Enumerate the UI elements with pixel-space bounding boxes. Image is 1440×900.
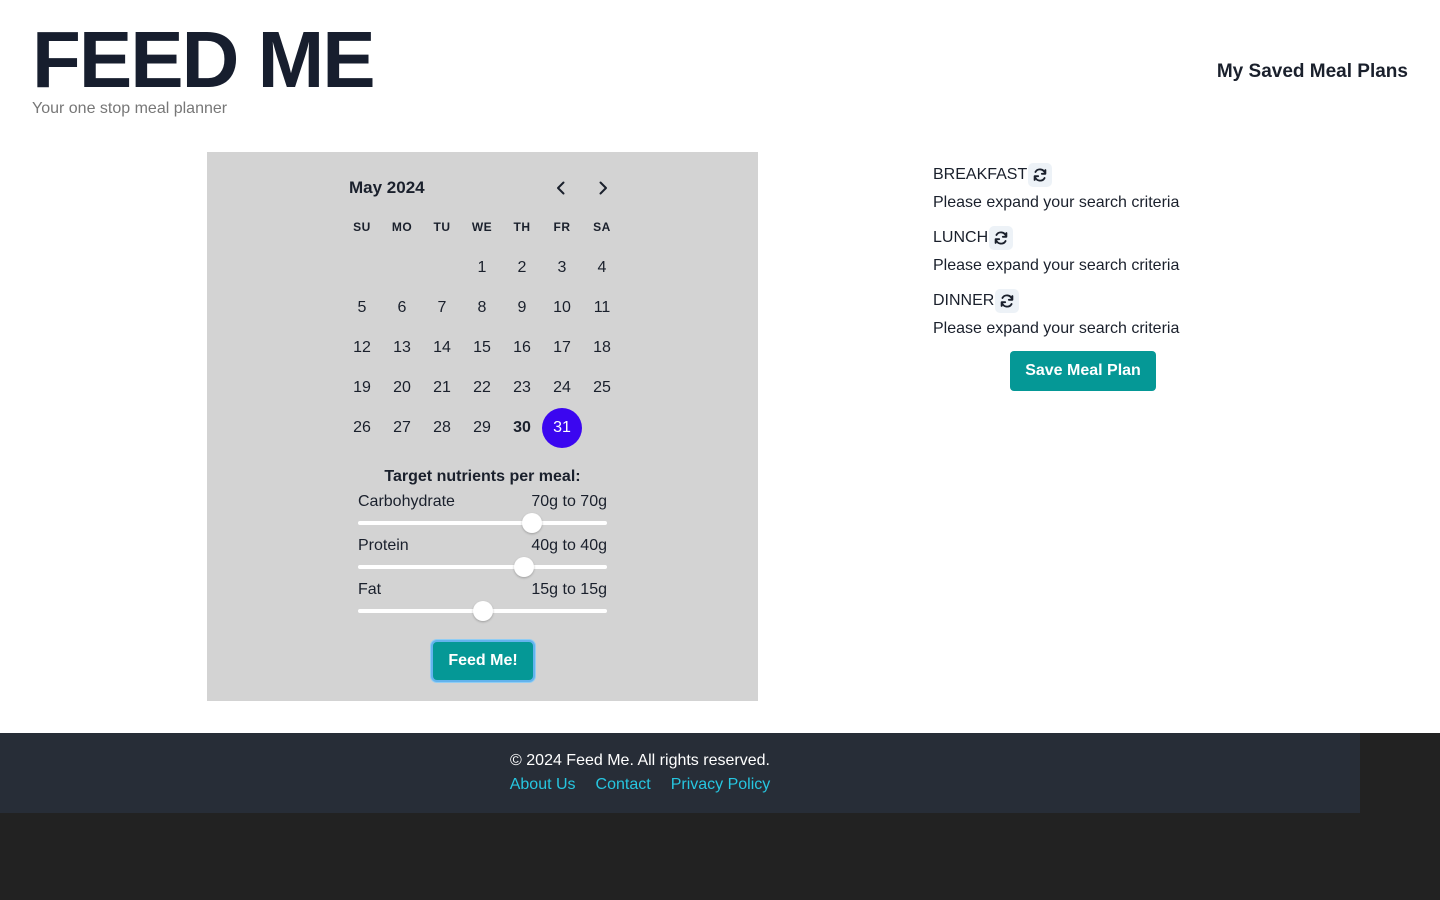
calendar-day[interactable]: 12 bbox=[342, 328, 382, 368]
calendar-day-grid: 1 2 3 4 5 6 7 8 9 10 11 12 13 14 15 16 17 18 19 20 21 22 23 24 2… bbox=[342, 248, 622, 448]
calendar-day[interactable]: 27 bbox=[382, 408, 422, 448]
footer-links: About Us Contact Privacy Policy bbox=[0, 776, 1280, 794]
save-meal-plan-button[interactable]: Save Meal Plan bbox=[1010, 351, 1156, 391]
meal-breakfast-header: BREAKFAST bbox=[933, 162, 1053, 188]
calendar-day[interactable]: 8 bbox=[462, 288, 502, 328]
refresh-icon bbox=[1001, 294, 1014, 308]
calendar-day[interactable]: 25 bbox=[582, 368, 622, 408]
app-title: FEED ME bbox=[32, 15, 376, 104]
calendar-day[interactable]: 17 bbox=[542, 328, 582, 368]
weekday-label: TU bbox=[433, 220, 451, 234]
slider-thumb[interactable] bbox=[472, 601, 493, 621]
chevron-left-icon bbox=[557, 181, 565, 195]
calendar-day[interactable]: 30 bbox=[502, 408, 542, 448]
planner-panel: May 2024 SU MO TU WE TH FR SA 1 2 3 4 5 6 7 8 9 10 11 12 1… bbox=[207, 152, 758, 701]
weekday-label: TH bbox=[513, 220, 531, 234]
weekday-label: SU bbox=[353, 220, 371, 234]
nutrients-title: Target nutrients per meal: bbox=[384, 468, 581, 485]
calendar-day[interactable]: 2 bbox=[502, 248, 542, 288]
page: FEED ME Your one stop meal planner My Sa… bbox=[0, 0, 1440, 733]
nutrient-range: 70g to 70g bbox=[531, 493, 607, 510]
slider-track[interactable] bbox=[358, 565, 607, 569]
calendar-day[interactable]: 28 bbox=[422, 408, 462, 448]
calendar-day[interactable]: 29 bbox=[462, 408, 502, 448]
weekday-label: SA bbox=[593, 220, 611, 234]
refresh-meal-button[interactable] bbox=[1028, 163, 1053, 187]
calendar-day[interactable]: 5 bbox=[342, 288, 382, 328]
calendar-day[interactable]: 3 bbox=[542, 248, 582, 288]
calendar-day[interactable]: 11 bbox=[582, 288, 622, 328]
chevron-right-icon bbox=[599, 181, 607, 195]
nutrient-label: Carbohydrate bbox=[358, 493, 455, 510]
next-month-button[interactable] bbox=[591, 176, 615, 200]
meal-name: DINNER bbox=[933, 292, 995, 309]
calendar-day[interactable]: 10 bbox=[542, 288, 582, 328]
weekday-label: FR bbox=[553, 220, 571, 234]
calendar-day[interactable]: 18 bbox=[582, 328, 622, 368]
calendar-day[interactable]: 16 bbox=[502, 328, 542, 368]
nutrient-range: 15g to 15g bbox=[531, 581, 607, 598]
calendar-month-label: May 2024 bbox=[349, 178, 425, 197]
meal-name: BREAKFAST bbox=[933, 166, 1028, 183]
calendar-blank-cell bbox=[422, 248, 462, 288]
saved-meal-plans-link[interactable]: My Saved Meal Plans bbox=[1217, 61, 1408, 83]
slider-thumb[interactable] bbox=[522, 513, 543, 533]
footer: © 2024 Feed Me. All rights reserved. Abo… bbox=[0, 733, 1360, 813]
nutrient-label: Fat bbox=[358, 581, 382, 598]
meal-name: LUNCH bbox=[933, 229, 989, 246]
meal-dinner-header: DINNER bbox=[933, 288, 1020, 314]
previous-month-button[interactable] bbox=[549, 176, 573, 200]
calendar-day[interactable]: 7 bbox=[422, 288, 462, 328]
calendar-day[interactable]: 15 bbox=[462, 328, 502, 368]
nutrient-fat: Fat 15g to 15g bbox=[358, 581, 607, 625]
meal-lunch-header: LUNCH bbox=[933, 225, 1014, 251]
slider-thumb[interactable] bbox=[514, 557, 535, 577]
refresh-meal-button[interactable] bbox=[989, 226, 1014, 250]
calendar-day[interactable]: 6 bbox=[382, 288, 422, 328]
weekday-label: MO bbox=[391, 220, 413, 234]
calendar-day[interactable]: 4 bbox=[582, 248, 622, 288]
meal-message: Please expand your search criteria bbox=[933, 194, 1180, 211]
footer-link-privacy-policy[interactable]: Privacy Policy bbox=[671, 776, 771, 794]
nutrient-range: 40g to 40g bbox=[531, 537, 607, 554]
refresh-icon bbox=[1033, 168, 1047, 182]
calendar-day[interactable]: 14 bbox=[422, 328, 462, 368]
calendar-day[interactable]: 9 bbox=[502, 288, 542, 328]
calendar-day-selected[interactable]: 31 bbox=[542, 408, 582, 448]
calendar-day[interactable]: 1 bbox=[462, 248, 502, 288]
nutrient-protein: Protein 40g to 40g bbox=[358, 537, 607, 581]
calendar-header: May 2024 bbox=[349, 176, 619, 200]
calendar-day[interactable]: 26 bbox=[342, 408, 382, 448]
calendar-blank-cell bbox=[342, 248, 382, 288]
footer-copyright: © 2024 Feed Me. All rights reserved. bbox=[510, 752, 770, 769]
meal-message: Please expand your search criteria bbox=[933, 257, 1180, 274]
nutrient-carbohydrate: Carbohydrate 70g to 70g bbox=[358, 493, 607, 537]
footer-link-about-us[interactable]: About Us bbox=[510, 776, 576, 794]
slider-track[interactable] bbox=[358, 521, 607, 525]
calendar-day[interactable]: 13 bbox=[382, 328, 422, 368]
calendar-day[interactable]: 19 bbox=[342, 368, 382, 408]
refresh-icon bbox=[994, 231, 1008, 245]
nutrient-label: Protein bbox=[358, 537, 409, 554]
feed-me-button[interactable]: Feed Me! bbox=[431, 640, 535, 682]
calendar-day[interactable]: 23 bbox=[502, 368, 542, 408]
meal-message: Please expand your search criteria bbox=[933, 320, 1180, 337]
footer-link-contact[interactable]: Contact bbox=[596, 776, 651, 794]
calendar-day[interactable]: 24 bbox=[542, 368, 582, 408]
calendar-day[interactable]: 21 bbox=[422, 368, 462, 408]
refresh-meal-button[interactable] bbox=[995, 289, 1020, 313]
calendar-blank-cell bbox=[382, 248, 422, 288]
weekday-header-row: SU MO TU WE TH FR SA bbox=[342, 220, 622, 234]
calendar-day[interactable]: 20 bbox=[382, 368, 422, 408]
weekday-label: WE bbox=[471, 220, 493, 234]
brand: FEED ME Your one stop meal planner bbox=[32, 15, 376, 118]
calendar-day[interactable]: 22 bbox=[462, 368, 502, 408]
